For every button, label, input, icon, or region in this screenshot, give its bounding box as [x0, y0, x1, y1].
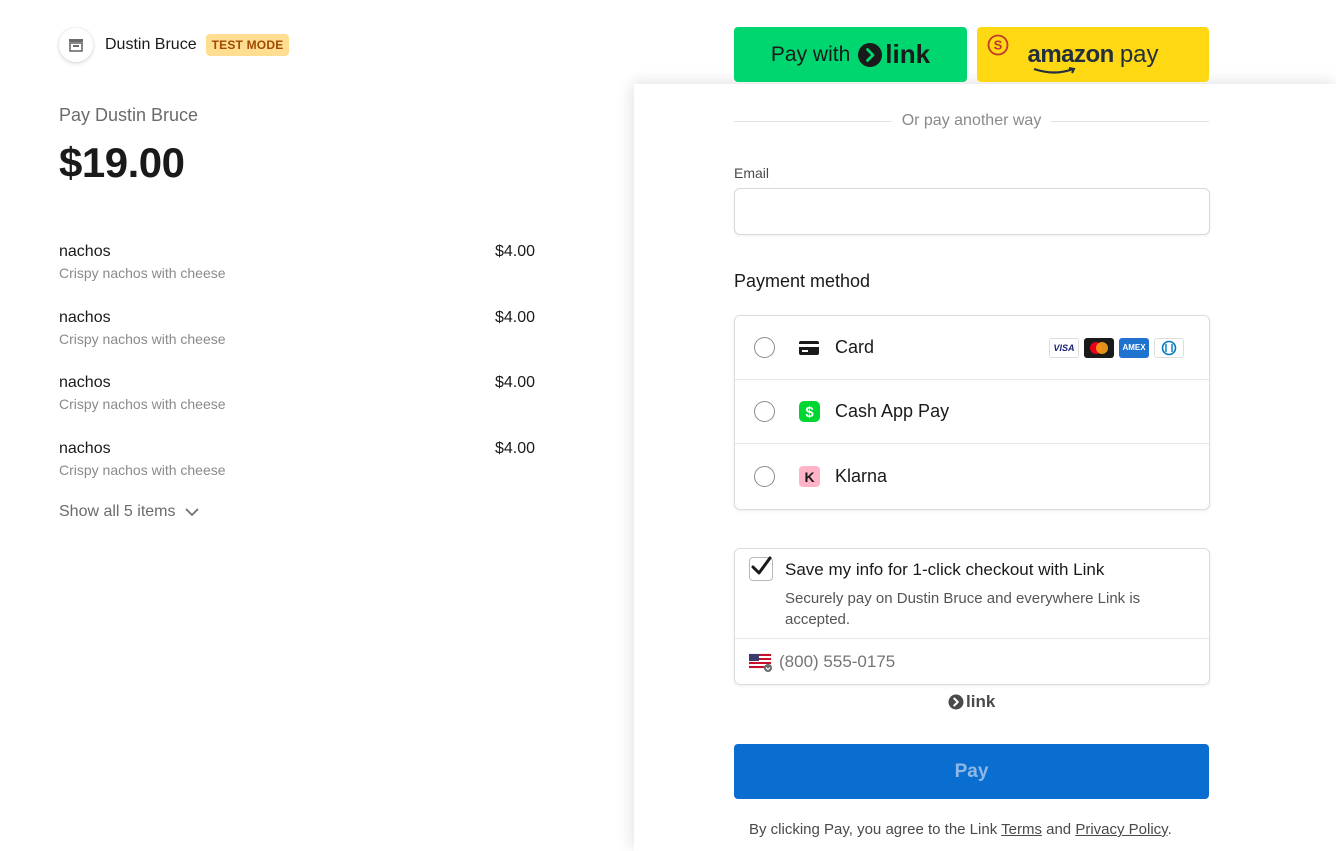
- payment-option-cash-app[interactable]: $ Cash App Pay: [735, 380, 1209, 444]
- terms-suffix: .: [1167, 821, 1172, 838]
- privacy-policy-link[interactable]: Privacy Policy: [1075, 821, 1167, 838]
- amazon-pay-word: pay: [1119, 40, 1159, 68]
- pay-with-label: Pay with: [770, 42, 851, 66]
- link-arrow-icon: [858, 42, 883, 67]
- amazon-wordmark: amazon: [1027, 40, 1114, 68]
- phone-field[interactable]: [779, 639, 1199, 685]
- card-brands: VISA AMEX: [1049, 337, 1184, 358]
- link-save-panel: Save my info for 1-click checkout with L…: [734, 548, 1210, 685]
- line-item: nachos Crispy nachos with cheese $4.00: [59, 307, 535, 373]
- line-item: nachos Crispy nachos with cheese $4.00: [59, 372, 535, 438]
- item-description: Crispy nachos with cheese: [59, 396, 226, 412]
- visa-icon: VISA: [1049, 337, 1079, 358]
- terms-text: By clicking Pay, you agree to the Link T…: [749, 821, 1172, 838]
- klarna-label: Klarna: [835, 466, 888, 486]
- terms-and: and: [1046, 821, 1072, 838]
- save-info-checkbox[interactable]: [749, 556, 773, 581]
- link-logo: link: [948, 692, 995, 712]
- item-description: Crispy nachos with cheese: [59, 265, 226, 281]
- card-label: Card: [835, 337, 875, 357]
- payment-method-title: Payment method: [734, 271, 871, 291]
- diners-icon: [1154, 337, 1184, 358]
- pay-with-link-button[interactable]: Pay with link: [734, 27, 967, 82]
- item-name: nachos: [59, 308, 111, 326]
- email-label: Email: [734, 165, 770, 181]
- order-summary-pane: Dustin Bruce TEST MODE Pay Dustin Bruce …: [0, 0, 634, 851]
- phone-row: [735, 638, 1209, 685]
- pay-merchant-label: Pay Dustin Bruce: [59, 105, 199, 125]
- cash-app-label: Cash App Pay: [835, 401, 950, 421]
- line-item: nachos Crispy nachos with cheese $4.00: [59, 438, 535, 504]
- amex-icon: AMEX: [1119, 337, 1149, 358]
- save-info-title: Save my info for 1-click checkout with L…: [785, 560, 1105, 579]
- link-arrow-icon: [948, 694, 964, 710]
- item-name: nachos: [59, 374, 111, 391]
- item-price: $4.00: [494, 308, 535, 326]
- payment-pane: Pay with link S amazon pay Or pay anothe…: [634, 0, 1336, 851]
- checkmark-icon: [751, 556, 772, 575]
- amazon-pay-badge-icon: S: [987, 34, 1009, 61]
- merchant-name: Dustin Bruce: [105, 36, 197, 53]
- card-icon: [798, 337, 820, 359]
- item-price: $4.00: [494, 439, 535, 457]
- cash-app-radio[interactable]: [754, 401, 775, 422]
- save-info-description: Securely pay on Dustin Bruce and everywh…: [785, 590, 1141, 628]
- chevron-down-icon: [184, 507, 199, 517]
- item-price: $4.00: [494, 243, 535, 260]
- amazon-smile-icon: [1034, 66, 1076, 74]
- cash-app-icon: $: [798, 401, 820, 423]
- divider-rule: [734, 120, 892, 122]
- merchant-header: Dustin Bruce TEST MODE: [59, 28, 290, 62]
- svg-text:S: S: [994, 38, 1003, 53]
- pay-button[interactable]: Pay: [734, 744, 1209, 799]
- line-items: nachos Crispy nachos with cheese $4.00 n…: [59, 241, 535, 503]
- us-flag-icon[interactable]: [748, 653, 773, 678]
- email-field[interactable]: [734, 188, 1210, 235]
- store-icon: [59, 28, 93, 62]
- total-amount: $19.00: [59, 139, 185, 186]
- card-radio[interactable]: [754, 337, 775, 358]
- item-description: Crispy nachos with cheese: [59, 461, 226, 478]
- terms-prefix: By clicking Pay, you agree to the Link: [749, 821, 998, 838]
- mastercard-icon: [1084, 337, 1114, 358]
- amazon-pay-button[interactable]: S amazon pay: [977, 27, 1209, 82]
- test-mode-badge: TEST MODE: [205, 34, 290, 56]
- klarna-icon: K: [798, 466, 820, 488]
- show-all-items-toggle[interactable]: Show all 5 items: [59, 503, 199, 521]
- payment-method-list: Card VISA AMEX $ Cash App Pay K Klarna: [734, 315, 1210, 510]
- payment-option-klarna[interactable]: K Klarna: [735, 444, 1209, 509]
- item-name: nachos: [59, 243, 111, 260]
- terms-link[interactable]: Terms: [1001, 821, 1042, 838]
- show-all-label: Show all 5 items: [59, 503, 176, 520]
- klarna-radio[interactable]: [754, 466, 775, 487]
- link-wordmark: link: [885, 39, 931, 69]
- svg-text:K: K: [804, 469, 814, 485]
- divider-rule: [1051, 120, 1209, 122]
- or-divider-text: Or pay another way: [901, 112, 1042, 129]
- item-price: $4.00: [494, 374, 535, 391]
- item-name: nachos: [59, 439, 111, 457]
- link-logo-text: link: [966, 692, 996, 711]
- payment-option-card[interactable]: Card VISA AMEX: [735, 316, 1209, 380]
- item-description: Crispy nachos with cheese: [59, 330, 226, 347]
- svg-text:$: $: [805, 404, 814, 421]
- line-item: nachos Crispy nachos with cheese $4.00: [59, 241, 535, 307]
- or-divider: Or pay another way: [734, 112, 1209, 130]
